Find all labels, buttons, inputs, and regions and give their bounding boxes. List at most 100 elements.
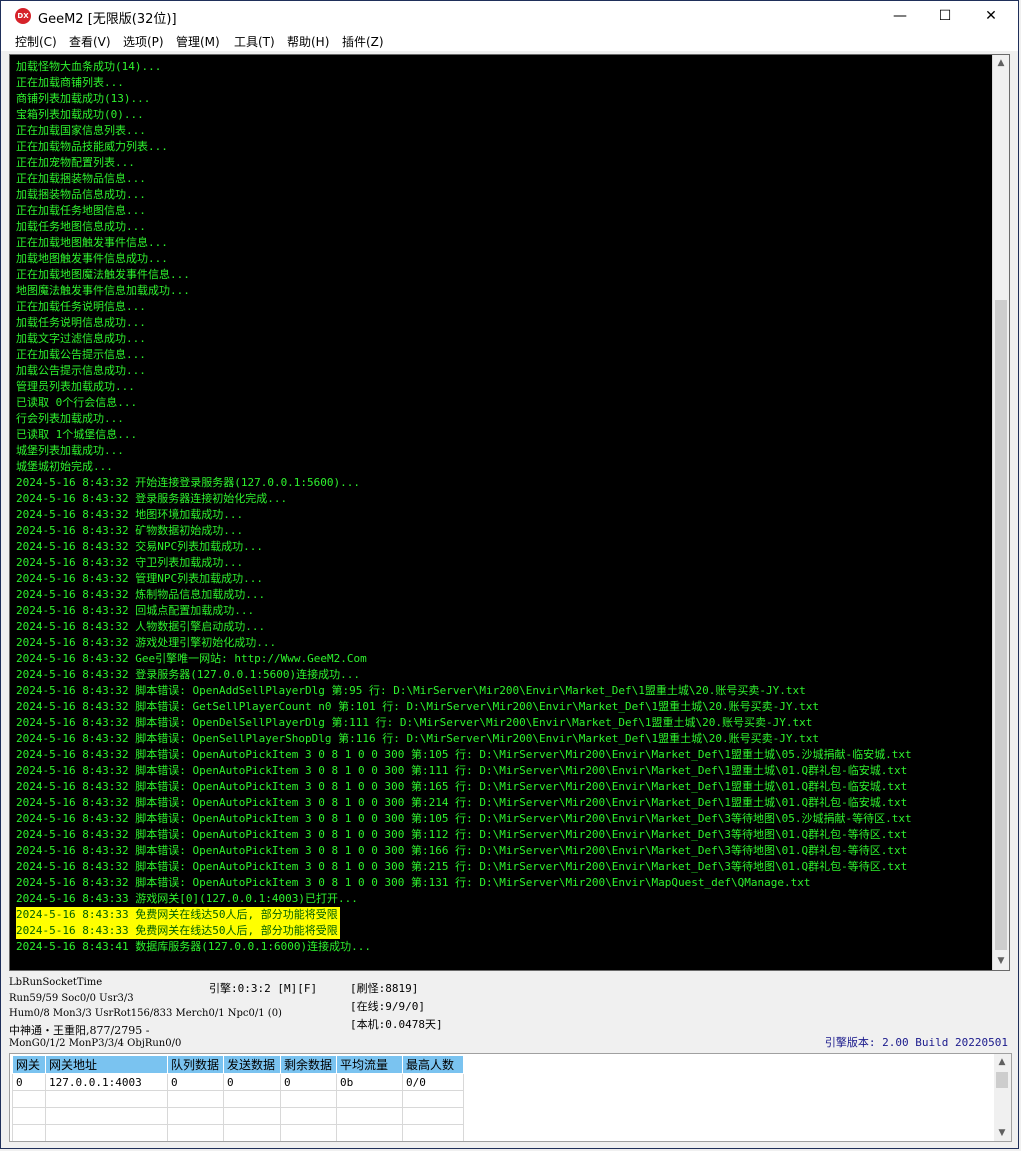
log-scrollbar[interactable]: ▲ ▼ [992,55,1009,970]
log-line-text: 2024-5-16 8:43:32 人物数据引擎启动成功... [16,620,266,633]
log-line-text: 已读取 0个行会信息... [16,396,138,409]
table-cell [336,1107,403,1125]
grid-scrollbar[interactable]: ▲ ▼ [994,1054,1011,1141]
gateway-grid[interactable]: 网关 网关地址 队列数据 发送数据 剩余数据 平均流量 最高人数 0 127.0.0.1:40… [9,1053,1012,1142]
log-line-text: 加载怪物大血条成功(14)... [16,60,162,73]
log-line: 正在加载物品技能威力列表... [16,139,991,155]
column-header[interactable]: 平均流量 [336,1055,403,1074]
scroll-thumb[interactable] [995,300,1007,950]
log-line-highlighted: 2024-5-16 8:43:33 免费网关在线达50人后, 部分功能将受限 [16,907,340,923]
menu-view[interactable]: 查看(V) [69,33,111,50]
status-hum: Hum0/8 Mon3/3 UsrRot156/833 Merch0/1 Npc… [9,1008,282,1019]
maximize-button[interactable]: ☐ [922,1,968,31]
log-line: 城堡城初始完成... [16,459,991,475]
log-line: 2024-5-16 8:43:32 脚本错误: OpenAutoPickItem… [16,811,991,827]
close-button[interactable]: ✕ [968,1,1014,31]
table-cell [402,1124,464,1141]
menu-plugins[interactable]: 插件(Z) [342,33,384,50]
status-mon: MonG0/1/2 MonP3/3/4 ObjRun0/0 [9,1038,182,1049]
log-line: 2024-5-16 8:43:32 脚本错误: OpenAutoPickItem… [16,795,991,811]
log-line-text: 行会列表加载成功... [16,412,124,425]
status-socket-time: LbRunSocketTime [9,977,103,988]
log-line-text: 2024-5-16 8:43:32 脚本错误: OpenAutoPickItem… [16,860,908,873]
table-cell: 0 [223,1073,281,1091]
log-line: 2024-5-16 8:43:32 游戏处理引擎初始化成功... [16,635,991,651]
title-bar[interactable]: DX GeeM2 [无限版(32位)] — ☐ ✕ [1,1,1018,31]
table-cell [45,1090,168,1108]
log-line-text: 正在加载地图触发事件信息... [16,236,168,249]
table-cell [167,1124,224,1141]
column-header[interactable]: 网关 [12,1055,46,1074]
log-line-text: 商铺列表加载成功(13)... [16,92,151,105]
status-refresh: [刷怪:8819] [350,982,419,995]
log-line-text: 加载公告提示信息成功... [16,364,146,377]
log-line-text: 正在加载物品技能威力列表... [16,140,168,153]
log-line-text: 2024-5-16 8:43:32 登录服务器连接初始化完成... [16,492,288,505]
log-line-text: 加载任务说明信息成功... [16,316,146,329]
log-line: 商铺列表加载成功(13)... [16,91,991,107]
log-line-text: 已读取 1个城堡信息... [16,428,138,441]
log-line-text: 2024-5-16 8:43:32 脚本错误: OpenAutoPickItem… [16,748,912,761]
table-cell [167,1090,224,1108]
log-line-text: 加载捆装物品信息成功... [16,188,146,201]
log-line-text: 正在加载地图魔法触发事件信息... [16,268,190,281]
log-line: 2024-5-16 8:43:33 免费网关在线达50人后, 部分功能将受限 [16,923,991,939]
column-header[interactable]: 网关地址 [45,1055,168,1074]
log-line-text: 2024-5-16 8:43:32 脚本错误: OpenAddSellPlaye… [16,684,806,697]
menu-options[interactable]: 选项(P) [123,33,164,50]
menu-control[interactable]: 控制(C) [15,33,57,50]
table-row[interactable] [13,1142,464,1143]
scroll-down-icon[interactable]: ▼ [993,953,1009,970]
engine-version: 引擎版本: 2.00 Build 20220501 [824,1036,1008,1049]
log-line-text: 2024-5-16 8:43:32 脚本错误: OpenSellPlayerSh… [16,732,820,745]
log-line-text: 加载地图触发事件信息成功... [16,252,168,265]
grid-scroll-thumb[interactable] [996,1072,1008,1088]
table-row[interactable] [12,1124,464,1141]
status-player: 中神通・王重阳,877/2795 - [9,1024,150,1037]
log-line: 2024-5-16 8:43:32 脚本错误: OpenAddSellPlaye… [16,683,991,699]
table-row[interactable] [12,1090,464,1108]
log-line-text: 2024-5-16 8:43:32 游戏处理引擎初始化成功... [16,636,277,649]
table-cell [223,1124,281,1141]
column-header[interactable]: 最高人数 [402,1055,464,1074]
table-row[interactable] [12,1107,464,1125]
menu-manage[interactable]: 管理(M) [176,33,220,50]
grid-scroll-down-icon[interactable]: ▼ [994,1125,1010,1141]
column-header[interactable]: 队列数据 [167,1055,224,1074]
main-window: DX GeeM2 [无限版(32位)] — ☐ ✕ 控制(C) 查看(V) 选项… [0,0,1019,1149]
table-cell [336,1090,403,1108]
log-line: 加载地图触发事件信息成功... [16,251,991,267]
log-line: 加载怪物大血条成功(14)... [16,59,991,75]
log-line-text: 2024-5-16 8:43:32 脚本错误: OpenDelSellPlaye… [16,716,813,729]
table-cell: 0b [336,1073,403,1091]
log-line: 2024-5-16 8:43:32 脚本错误: OpenAutoPickItem… [16,827,991,843]
status-local: [本机:0.0478天] [350,1018,443,1031]
log-line: 2024-5-16 8:43:32 地图环境加载成功... [16,507,991,523]
log-line-text: 加载文字过滤信息成功... [16,332,146,345]
menu-bar: 控制(C) 查看(V) 选项(P) 管理(M) 工具(T) 帮助(H) 插件(Z… [1,31,1018,51]
status-online: [在线:9/9/0] [350,1000,425,1013]
menu-tools[interactable]: 工具(T) [234,33,275,50]
column-header[interactable]: 剩余数据 [280,1055,337,1074]
log-line-text: 2024-5-16 8:43:32 矿物数据初始成功... [16,524,244,537]
status-run: Run59/59 Soc0/0 Usr3/3 [9,993,134,1004]
menu-help[interactable]: 帮助(H) [287,33,329,50]
log-line-text: 2024-5-16 8:43:32 回城点配置加载成功... [16,604,255,617]
table-cell [12,1124,46,1141]
table-cell [13,1142,46,1143]
table-row[interactable]: 0 127.0.0.1:4003 0 0 0 0b 0/0 [12,1073,464,1091]
window-title: GeeM2 [无限版(32位)] [38,12,177,27]
log-line: 2024-5-16 8:43:32 守卫列表加载成功... [16,555,991,571]
table-cell [12,1090,46,1108]
log-line-text: 地图魔法触发事件信息加载成功... [16,284,190,297]
grid-scroll-up-icon[interactable]: ▲ [994,1054,1010,1070]
table-cell [402,1090,464,1108]
log-line-text: 2024-5-16 8:43:32 脚本错误: OpenAutoPickItem… [16,844,908,857]
log-console[interactable]: 加载怪物大血条成功(14)... 正在加载商铺列表... 商铺列表加载成功(13).… [9,54,1010,971]
log-line: 管理员列表加载成功... [16,379,991,395]
minimize-button[interactable]: — [877,1,923,31]
scroll-up-icon[interactable]: ▲ [993,55,1009,72]
table-cell: 0 [280,1073,337,1091]
column-header[interactable]: 发送数据 [223,1055,281,1074]
log-line-text: 正在加载公告提示信息... [16,348,146,361]
